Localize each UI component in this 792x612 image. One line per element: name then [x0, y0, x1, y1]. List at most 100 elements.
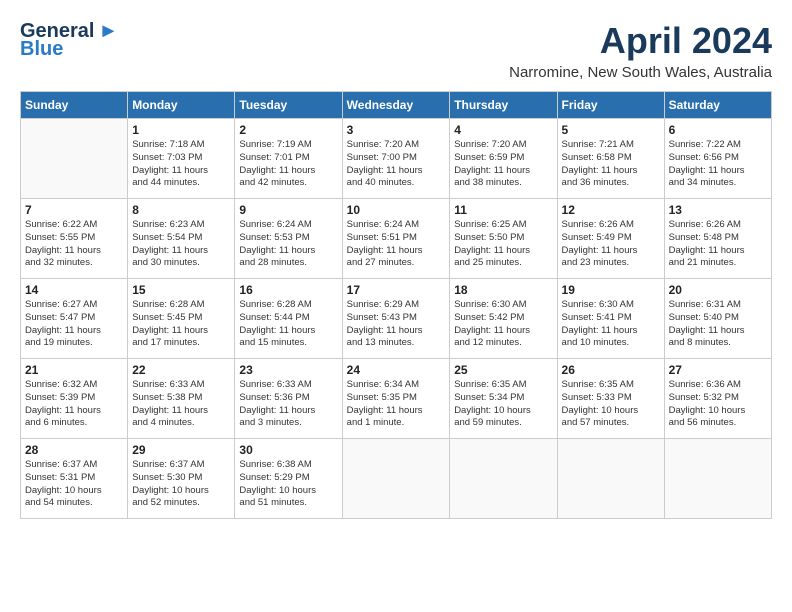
- calendar-cell: 6Sunrise: 7:22 AM Sunset: 6:56 PM Daylig…: [664, 119, 771, 199]
- column-header-wednesday: Wednesday: [342, 92, 450, 119]
- day-number: 17: [347, 283, 446, 297]
- day-info: Sunrise: 6:30 AM Sunset: 5:42 PM Dayligh…: [454, 299, 552, 350]
- day-info: Sunrise: 6:38 AM Sunset: 5:29 PM Dayligh…: [239, 459, 337, 510]
- calendar-cell: 10 Sunrise: 6:24 AM Sunset: 5:51 PM Dayli…: [342, 199, 450, 279]
- day-number: 28: [25, 443, 123, 457]
- day-number: 3: [347, 123, 446, 137]
- calendar-cell: 14Sunrise: 6:27 AM Sunset: 5:47 PM Dayli…: [21, 279, 128, 359]
- calendar-cell: 8 Sunrise: 6:23 AM Sunset: 5:54 PM Daylig…: [128, 199, 235, 279]
- column-header-saturday: Saturday: [664, 92, 771, 119]
- day-number: 20: [669, 283, 767, 297]
- title-block: April 2024 Narromine, New South Wales, A…: [509, 20, 772, 81]
- day-info: Sunrise: 6:33 AM Sunset: 5:38 PM Dayligh…: [132, 379, 230, 430]
- day-info: Sunrise: 7:20 AM Sunset: 7:00 PM Dayligh…: [347, 139, 446, 190]
- day-info: Sunrise: 6:34 AM Sunset: 5:35 PM Dayligh…: [347, 379, 446, 430]
- day-info: Sunrise: 7:20 AM Sunset: 6:59 PM Dayligh…: [454, 139, 552, 190]
- day-info: Sunrise: 7:18 AM Sunset: 7:03 PM Dayligh…: [132, 139, 230, 190]
- calendar-table: SundayMondayTuesdayWednesdayThursdayFrid…: [20, 91, 772, 519]
- day-info: Sunrise: 6:28 AM Sunset: 5:44 PM Dayligh…: [239, 299, 337, 350]
- column-header-thursday: Thursday: [450, 92, 557, 119]
- calendar-week-row: 21Sunrise: 6:32 AM Sunset: 5:39 PM Dayli…: [21, 359, 772, 439]
- day-number: 2: [239, 123, 337, 137]
- calendar-cell: 19Sunrise: 6:30 AM Sunset: 5:41 PM Dayli…: [557, 279, 664, 359]
- day-info: Sunrise: 6:24 AM Sunset: 5:51 PM Dayligh…: [347, 219, 446, 270]
- day-number: 7: [25, 203, 123, 217]
- day-number: 12: [562, 203, 660, 217]
- day-number: 25: [454, 363, 552, 377]
- calendar-cell: 22 Sunrise: 6:33 AM Sunset: 5:38 PM Dayli…: [128, 359, 235, 439]
- calendar-cell: 13 Sunrise: 6:26 AM Sunset: 5:48 PM Dayli…: [664, 199, 771, 279]
- day-info: Sunrise: 6:35 AM Sunset: 5:34 PM Dayligh…: [454, 379, 552, 430]
- calendar-cell: 23Sunrise: 6:33 AM Sunset: 5:36 PM Dayli…: [235, 359, 342, 439]
- day-info: Sunrise: 6:31 AM Sunset: 5:40 PM Dayligh…: [669, 299, 767, 350]
- day-number: 19: [562, 283, 660, 297]
- day-number: 5: [562, 123, 660, 137]
- day-info: Sunrise: 6:29 AM Sunset: 5:43 PM Dayligh…: [347, 299, 446, 350]
- column-header-tuesday: Tuesday: [235, 92, 342, 119]
- day-number: 8: [132, 203, 230, 217]
- day-info: Sunrise: 6:25 AM Sunset: 5:50 PM Dayligh…: [454, 219, 552, 270]
- calendar-cell: 27 Sunrise: 6:36 AM Sunset: 5:32 PM Dayli…: [664, 359, 771, 439]
- day-info: Sunrise: 7:21 AM Sunset: 6:58 PM Dayligh…: [562, 139, 660, 190]
- calendar-cell: 25 Sunrise: 6:35 AM Sunset: 5:34 PM Dayli…: [450, 359, 557, 439]
- calendar-cell: 28 Sunrise: 6:37 AM Sunset: 5:31 PM Dayli…: [21, 439, 128, 519]
- calendar-cell: 3 Sunrise: 7:20 AM Sunset: 7:00 PM Daylig…: [342, 119, 450, 199]
- column-header-friday: Friday: [557, 92, 664, 119]
- day-info: Sunrise: 6:24 AM Sunset: 5:53 PM Dayligh…: [239, 219, 337, 270]
- calendar-cell: 21Sunrise: 6:32 AM Sunset: 5:39 PM Dayli…: [21, 359, 128, 439]
- calendar-week-row: 14Sunrise: 6:27 AM Sunset: 5:47 PM Dayli…: [21, 279, 772, 359]
- day-number: 16: [239, 283, 337, 297]
- calendar-cell: [557, 439, 664, 519]
- day-info: Sunrise: 6:37 AM Sunset: 5:31 PM Dayligh…: [25, 459, 123, 510]
- day-info: Sunrise: 6:28 AM Sunset: 5:45 PM Dayligh…: [132, 299, 230, 350]
- day-number: 24: [347, 363, 446, 377]
- calendar-cell: 26Sunrise: 6:35 AM Sunset: 5:33 PM Dayli…: [557, 359, 664, 439]
- day-number: 26: [562, 363, 660, 377]
- day-info: Sunrise: 7:22 AM Sunset: 6:56 PM Dayligh…: [669, 139, 767, 190]
- day-info: Sunrise: 6:36 AM Sunset: 5:32 PM Dayligh…: [669, 379, 767, 430]
- day-info: Sunrise: 6:37 AM Sunset: 5:30 PM Dayligh…: [132, 459, 230, 510]
- day-info: Sunrise: 6:22 AM Sunset: 5:55 PM Dayligh…: [25, 219, 123, 270]
- day-number: 23: [239, 363, 337, 377]
- calendar-cell: 5 Sunrise: 7:21 AM Sunset: 6:58 PM Daylig…: [557, 119, 664, 199]
- calendar-cell: [664, 439, 771, 519]
- calendar-cell: 15 Sunrise: 6:28 AM Sunset: 5:45 PM Dayli…: [128, 279, 235, 359]
- day-number: 22: [132, 363, 230, 377]
- page-header: General ► Blue April 2024 Narromine, New…: [20, 20, 772, 81]
- day-info: Sunrise: 6:26 AM Sunset: 5:49 PM Dayligh…: [562, 219, 660, 270]
- month-title: April 2024: [509, 20, 772, 62]
- day-number: 14: [25, 283, 123, 297]
- calendar-week-row: 7 Sunrise: 6:22 AM Sunset: 5:55 PM Daylig…: [21, 199, 772, 279]
- column-header-sunday: Sunday: [21, 92, 128, 119]
- day-number: 11: [454, 203, 552, 217]
- calendar-week-row: 1 Sunrise: 7:18 AM Sunset: 7:03 PM Daylig…: [21, 119, 772, 199]
- day-number: 30: [239, 443, 337, 457]
- calendar-cell: [450, 439, 557, 519]
- column-header-monday: Monday: [128, 92, 235, 119]
- logo: General ► Blue: [20, 20, 118, 60]
- day-info: Sunrise: 6:26 AM Sunset: 5:48 PM Dayligh…: [669, 219, 767, 270]
- calendar-cell: 7 Sunrise: 6:22 AM Sunset: 5:55 PM Daylig…: [21, 199, 128, 279]
- calendar-cell: 1 Sunrise: 7:18 AM Sunset: 7:03 PM Daylig…: [128, 119, 235, 199]
- day-number: 29: [132, 443, 230, 457]
- day-info: Sunrise: 7:19 AM Sunset: 7:01 PM Dayligh…: [239, 139, 337, 190]
- calendar-cell: 16 Sunrise: 6:28 AM Sunset: 5:44 PM Dayli…: [235, 279, 342, 359]
- day-info: Sunrise: 6:23 AM Sunset: 5:54 PM Dayligh…: [132, 219, 230, 270]
- calendar-cell: 20 Sunrise: 6:31 AM Sunset: 5:40 PM Dayli…: [664, 279, 771, 359]
- day-number: 18: [454, 283, 552, 297]
- calendar-cell: 9 Sunrise: 6:24 AM Sunset: 5:53 PM Daylig…: [235, 199, 342, 279]
- day-number: 21: [25, 363, 123, 377]
- day-number: 10: [347, 203, 446, 217]
- calendar-cell: 2 Sunrise: 7:19 AM Sunset: 7:01 PM Daylig…: [235, 119, 342, 199]
- day-number: 9: [239, 203, 337, 217]
- day-number: 13: [669, 203, 767, 217]
- calendar-cell: 17 Sunrise: 6:29 AM Sunset: 5:43 PM Dayli…: [342, 279, 450, 359]
- calendar-cell: 24 Sunrise: 6:34 AM Sunset: 5:35 PM Dayli…: [342, 359, 450, 439]
- calendar-cell: 29 Sunrise: 6:37 AM Sunset: 5:30 PM Dayli…: [128, 439, 235, 519]
- calendar-week-row: 28 Sunrise: 6:37 AM Sunset: 5:31 PM Dayli…: [21, 439, 772, 519]
- day-number: 1: [132, 123, 230, 137]
- day-number: 27: [669, 363, 767, 377]
- calendar-cell: 18 Sunrise: 6:30 AM Sunset: 5:42 PM Dayli…: [450, 279, 557, 359]
- day-number: 15: [132, 283, 230, 297]
- logo-text-blue: Blue: [20, 38, 118, 60]
